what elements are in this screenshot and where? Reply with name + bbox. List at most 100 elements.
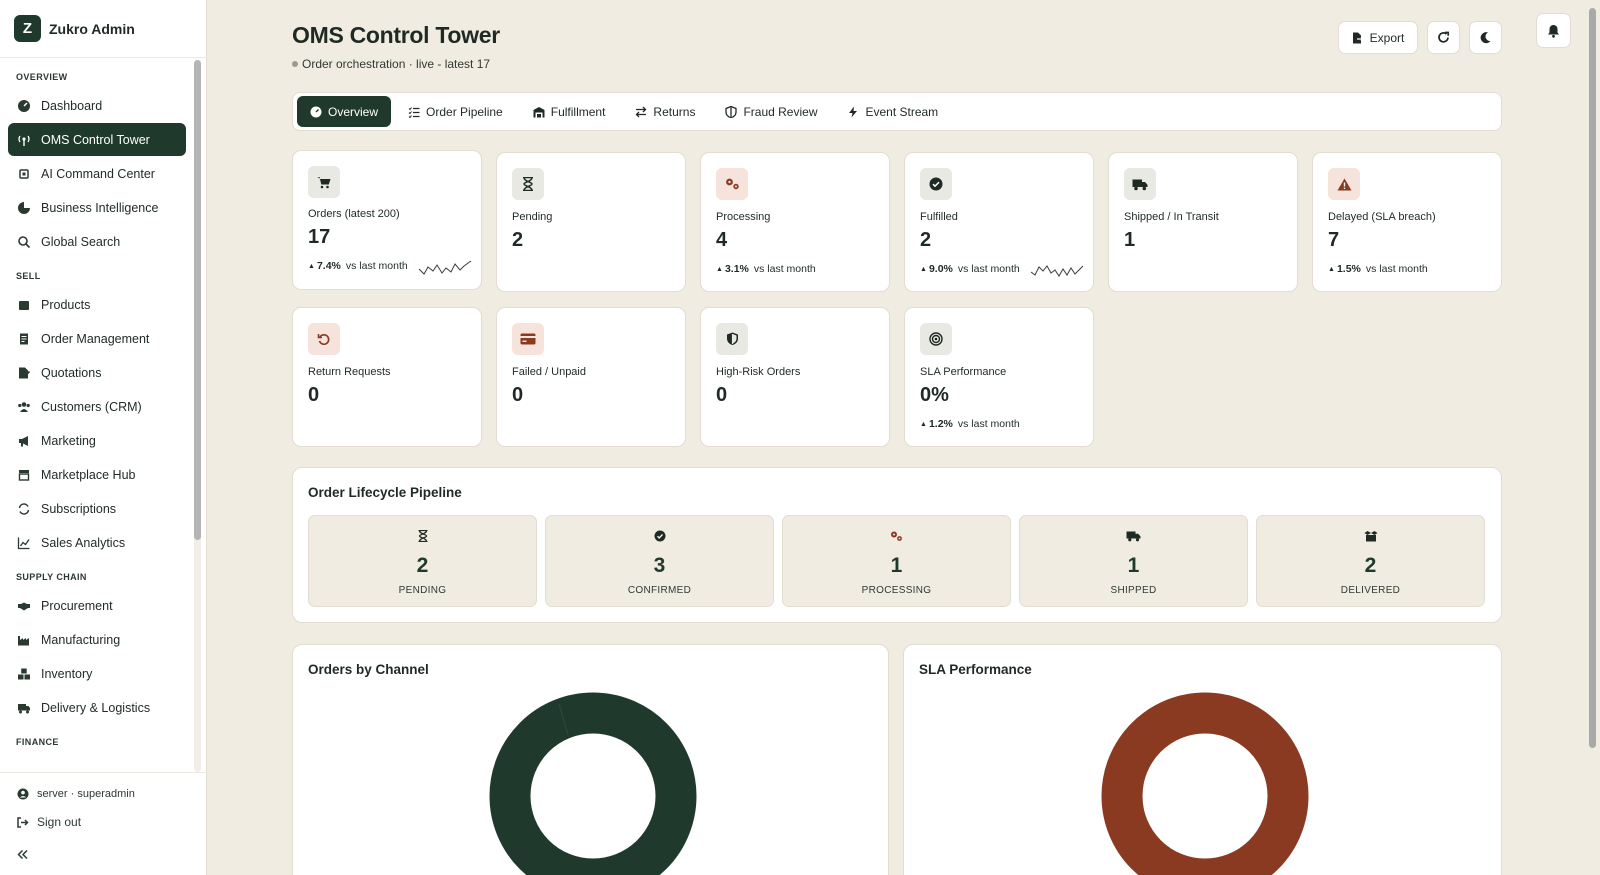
sidebar-item-label: Inventory: [41, 666, 93, 681]
sidebar-item-label: Procurement: [41, 598, 113, 613]
bullseye-icon: [920, 323, 952, 355]
sidebar-item-crm[interactable]: Customers (CRM): [8, 390, 186, 423]
sidebar-item-oms[interactable]: OMS Control Tower: [8, 123, 186, 156]
kpi-card-processing[interactable]: Processing 4 ▲ 3.1% vs last month: [700, 152, 890, 292]
hourglass-icon: [309, 530, 536, 542]
megaphone-icon: [17, 434, 31, 448]
pipeline-stage-processing[interactable]: 1 PROCESSING: [782, 515, 1011, 607]
kpi-card-orders[interactable]: Orders (latest 200) 17 ▲ 7.4% vs last mon…: [292, 150, 482, 290]
stage-label: SHIPPED: [1110, 585, 1157, 596]
sign-out-button[interactable]: Sign out: [0, 812, 207, 832]
panel-title: SLA Performance: [919, 662, 1032, 677]
kpi-card-returns[interactable]: Return Requests 0: [292, 307, 482, 447]
kpi-card-shipped[interactable]: Shipped / In Transit 1: [1108, 152, 1298, 292]
refresh-icon: [1437, 31, 1450, 44]
brand-logo: Z: [14, 15, 41, 42]
truck-icon: [1020, 530, 1247, 542]
sidebar-item-quotations[interactable]: Quotations: [8, 356, 186, 389]
sidebar-item-ai[interactable]: AI Command Center: [8, 157, 186, 190]
kpi-value: 17: [308, 226, 331, 248]
line-chart-icon: [17, 536, 31, 550]
sidebar-item-marketplace[interactable]: Marketplace Hub: [8, 458, 186, 491]
stage-label: CONFIRMED: [627, 585, 692, 596]
nav-section-overview: OVERVIEW: [16, 72, 68, 82]
tab-label: Fraud Review: [743, 104, 818, 119]
tab-label: Event Stream: [865, 104, 939, 119]
collapse-sidebar-button[interactable]: [0, 844, 207, 864]
arrow-up-icon: ▲: [920, 420, 927, 428]
sidebar-item-sales[interactable]: Sales Analytics: [8, 526, 186, 559]
refresh-button[interactable]: [1427, 21, 1460, 54]
tab-returns[interactable]: Returns: [622, 96, 708, 127]
kpi-trend-value: 1.2%: [928, 418, 953, 430]
sidebar-item-label: Manufacturing: [41, 632, 121, 647]
donut-segment[interactable]: [1101, 692, 1309, 875]
check-circle-icon: [546, 530, 773, 542]
page-scrollbar[interactable]: [1589, 8, 1596, 748]
brand[interactable]: Z Zukro Admin: [0, 0, 206, 58]
page-subtitle: Order orchestration · live - latest 17: [292, 57, 490, 71]
notifications-button[interactable]: [1536, 13, 1571, 48]
kpi-card-high-risk[interactable]: High-Risk Orders 0: [700, 307, 890, 447]
sidebar-footer: server · superadmin Sign out: [0, 772, 207, 875]
repeat-icon: [17, 502, 31, 516]
sidebar-item-search[interactable]: Global Search: [8, 225, 186, 258]
tab-event-stream[interactable]: Event Stream: [834, 96, 951, 127]
sidebar-item-products[interactable]: Products: [8, 288, 186, 321]
stage-count: 3: [653, 554, 666, 577]
sidebar-item-manufacturing[interactable]: Manufacturing: [8, 623, 186, 656]
panel-title: Orders by Channel: [308, 662, 429, 677]
stage-count: 1: [890, 554, 903, 577]
pipeline-stage-delivered[interactable]: 2 DELIVERED: [1256, 515, 1485, 607]
kpi-card-sla[interactable]: SLA Performance 0% ▲ 1.2% vs last month: [904, 307, 1094, 447]
theme-toggle-button[interactable]: [1469, 21, 1502, 54]
export-button[interactable]: Export: [1338, 21, 1418, 54]
sidebar-item-marketing[interactable]: Marketing: [8, 424, 186, 457]
bell-icon: [1547, 24, 1560, 38]
sidebar: Z Zukro Admin OVERVIEW Dashboard OMS Con…: [0, 0, 207, 875]
pipeline-stage-pending[interactable]: 2 PENDING: [308, 515, 537, 607]
sidebar-item-dashboard[interactable]: Dashboard: [8, 89, 186, 122]
pipeline-stage-confirmed[interactable]: 3 CONFIRMED: [545, 515, 774, 607]
kpi-value: 4: [716, 229, 728, 251]
kpi-trend-text: vs last month: [957, 418, 1020, 430]
sign-out-label: Sign out: [37, 815, 82, 829]
orders-by-channel-donut[interactable]: [488, 691, 698, 875]
kpi-trend: ▲ 7.4% vs last month: [308, 260, 408, 272]
sidebar-item-bi[interactable]: Business Intelligence: [8, 191, 186, 224]
exchange-icon: [635, 106, 647, 118]
pipeline-stage-shipped[interactable]: 1 SHIPPED: [1019, 515, 1248, 607]
chip-icon: [17, 167, 31, 181]
kpi-card-fulfilled[interactable]: Fulfilled 2 ▲ 9.0% vs last month: [904, 152, 1094, 292]
kpi-card-delayed[interactable]: Delayed (SLA breach) 7 ▲ 1.5% vs last mon…: [1312, 152, 1502, 292]
kpi-trend-text: vs last month: [753, 263, 816, 275]
user-circle-icon: [16, 788, 29, 801]
sla-performance-donut[interactable]: [1100, 691, 1310, 875]
sidebar-item-delivery[interactable]: Delivery & Logistics: [8, 691, 186, 724]
tab-fulfillment[interactable]: Fulfillment: [520, 96, 619, 127]
box-open-icon: [1257, 530, 1484, 542]
gears-icon: [716, 168, 748, 200]
tab-overview[interactable]: Overview: [297, 96, 392, 127]
tab-order-pipeline[interactable]: Order Pipeline: [395, 96, 516, 127]
hourglass-icon: [512, 168, 544, 200]
kpi-card-pending[interactable]: Pending 2: [496, 152, 686, 292]
stage-count: 2: [1364, 554, 1377, 577]
warning-triangle-icon: [1328, 168, 1360, 200]
check-circle-icon: [920, 168, 952, 200]
tab-fraud-review[interactable]: Fraud Review: [712, 96, 830, 127]
sidebar-item-orders[interactable]: Order Management: [8, 322, 186, 355]
sidebar-item-label: Sales Analytics: [41, 535, 126, 550]
donut-segment[interactable]: [489, 692, 697, 875]
tab-label: Returns: [653, 104, 696, 119]
sidebar-item-procurement[interactable]: Procurement: [8, 589, 186, 622]
gears-icon: [783, 530, 1010, 542]
sidebar-item-label: AI Command Center: [41, 166, 155, 181]
sidebar-scroll-thumb[interactable]: [194, 60, 201, 540]
sidebar-scrollbar[interactable]: [194, 60, 201, 772]
sidebar-item-subscriptions[interactable]: Subscriptions: [8, 492, 186, 525]
kpi-trend: ▲ 9.0% vs last month: [920, 263, 1020, 275]
kpi-card-failed[interactable]: Failed / Unpaid 0: [496, 307, 686, 447]
kpi-trend: ▲ 1.2% vs last month: [920, 418, 1020, 430]
sidebar-item-inventory[interactable]: Inventory: [8, 657, 186, 690]
